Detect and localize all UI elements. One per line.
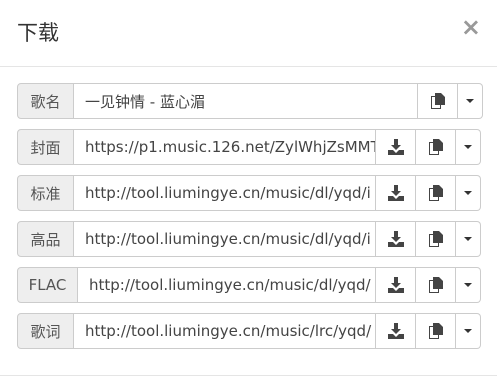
copy-icon — [428, 323, 443, 339]
high-quality-url-field[interactable]: http://tool.liumingye.cn/music/dl/yqd/i — [74, 221, 376, 257]
copy-icon — [428, 139, 443, 155]
caret-down-icon — [464, 191, 472, 195]
close-icon[interactable]: × — [461, 13, 481, 41]
lyrics-url-field[interactable]: http://tool.liumingye.cn/music/lrc/yqd/ — [74, 313, 376, 349]
copy-button[interactable] — [418, 83, 458, 119]
song-name-row: 歌名 一见钟情 - 蓝心湄 — [17, 83, 483, 119]
download-dialog: 下载 × 歌名 一见钟情 - 蓝心湄 封面 https://p1.music.1… — [0, 0, 497, 387]
copy-icon — [428, 185, 443, 201]
copy-icon — [428, 231, 443, 247]
dropdown-toggle[interactable] — [456, 267, 481, 303]
dropdown-toggle[interactable] — [456, 175, 481, 211]
cover-url-field[interactable]: https://p1.music.126.net/ZylWhjZsMMT — [74, 129, 376, 165]
row-label: 歌词 — [17, 313, 74, 349]
copy-icon — [428, 277, 443, 293]
download-button[interactable] — [376, 267, 416, 303]
copy-button[interactable] — [416, 267, 456, 303]
row-label: 歌名 — [17, 83, 74, 119]
download-icon — [387, 185, 404, 201]
standard-url-field[interactable]: http://tool.liumingye.cn/music/dl/yqd/i — [74, 175, 376, 211]
caret-down-icon — [464, 145, 472, 149]
copy-icon — [430, 93, 445, 109]
cover-row: 封面 https://p1.music.126.net/ZylWhjZsMMT — [17, 129, 481, 165]
dropdown-toggle[interactable] — [456, 313, 481, 349]
copy-button[interactable] — [416, 313, 456, 349]
row-label: FLAC — [17, 267, 78, 303]
copy-button[interactable] — [416, 221, 456, 257]
download-button[interactable] — [376, 221, 416, 257]
download-icon — [387, 277, 404, 293]
caret-down-icon — [464, 283, 472, 287]
dropdown-toggle[interactable] — [456, 129, 481, 165]
flac-row: FLAC http://tool.liumingye.cn/music/dl/y… — [17, 267, 481, 303]
download-icon — [387, 323, 404, 339]
lyrics-row: 歌词 http://tool.liumingye.cn/music/lrc/yq… — [17, 313, 481, 349]
caret-down-icon — [464, 237, 472, 241]
high-quality-row: 高品 http://tool.liumingye.cn/music/dl/yqd… — [17, 221, 481, 257]
download-button[interactable] — [376, 129, 416, 165]
row-label: 高品 — [17, 221, 74, 257]
copy-button[interactable] — [416, 175, 456, 211]
copy-button[interactable] — [416, 129, 456, 165]
download-icon — [387, 139, 404, 155]
song-name-field[interactable]: 一见钟情 - 蓝心湄 — [74, 83, 418, 119]
row-label: 标准 — [17, 175, 74, 211]
row-label: 封面 — [17, 129, 74, 165]
dialog-header: 下载 × — [0, 0, 497, 67]
dropdown-toggle[interactable] — [456, 221, 481, 257]
caret-down-icon — [464, 329, 472, 333]
caret-down-icon — [466, 99, 474, 103]
dialog-title: 下载 — [17, 21, 59, 45]
download-button[interactable] — [376, 313, 416, 349]
footer-divider — [0, 375, 497, 376]
download-icon — [387, 231, 404, 247]
standard-row: 标准 http://tool.liumingye.cn/music/dl/yqd… — [17, 175, 481, 211]
flac-url-field[interactable]: http://tool.liumingye.cn/music/dl/yqd/ — [78, 267, 376, 303]
dropdown-toggle[interactable] — [458, 83, 483, 119]
download-button[interactable] — [376, 175, 416, 211]
